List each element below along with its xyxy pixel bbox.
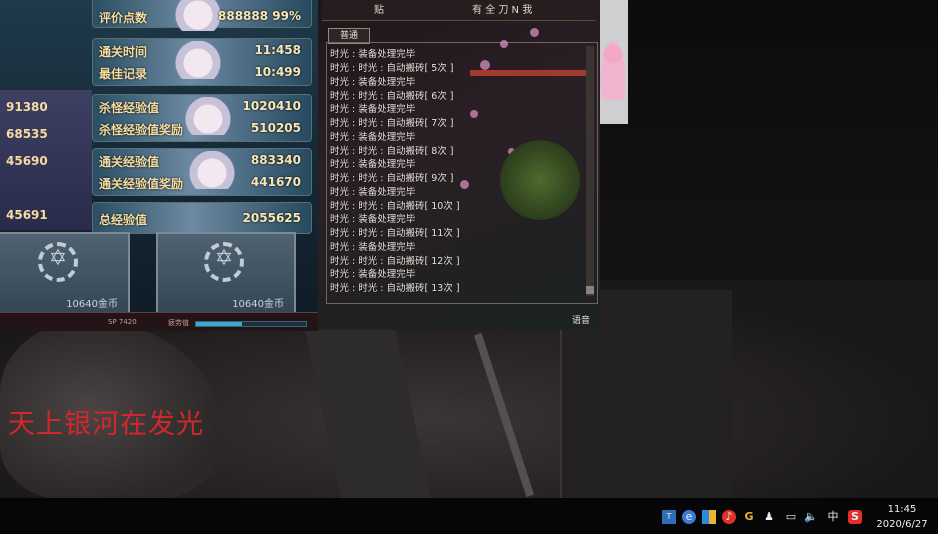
chat-scrollbar[interactable] bbox=[586, 46, 594, 296]
blossom-decoration bbox=[480, 60, 490, 70]
chat-line: 时光 : 时光 : 自动搬砖[ 13次 ] bbox=[330, 283, 460, 294]
stat-label: 评价点数 bbox=[99, 11, 148, 25]
stat-value: 2055625 bbox=[242, 211, 301, 225]
chat-line: 时光 : 装备处理完毕 bbox=[330, 77, 416, 88]
volume-icon[interactable]: 🔈 bbox=[804, 510, 818, 524]
desktop-lyric: 天上银河在发光 bbox=[8, 409, 204, 440]
stat-value: 883340 bbox=[250, 153, 301, 167]
game-window[interactable]: 91380 68535 45690 45691 评价点数 888888 99% … bbox=[0, 0, 318, 331]
character-portrait-icon bbox=[173, 97, 243, 135]
clock-time: 11:45 bbox=[887, 504, 917, 515]
screen: 天上银河在发光 91380 68535 45690 45691 评价点数 888… bbox=[0, 0, 938, 534]
character-portrait-icon bbox=[177, 151, 247, 189]
character-portrait-icon bbox=[163, 41, 233, 79]
chat-top-buttons[interactable]: 有 全 刀 N 我 bbox=[472, 1, 532, 16]
stat-row-total-exp: 总经验值 2055625 bbox=[92, 202, 312, 234]
hexagram-icon: ✡ bbox=[48, 246, 68, 271]
action-center-icon[interactable]: ▭ bbox=[784, 510, 798, 524]
chat-line: 时光 : 装备处理完毕 bbox=[330, 269, 416, 280]
chat-top-label: 贴 bbox=[374, 5, 384, 16]
voice-button[interactable]: 语音 bbox=[572, 313, 590, 326]
chat-top-bar: 贴 有 全 刀 N 我 bbox=[322, 0, 596, 21]
blossom-decoration bbox=[530, 28, 539, 37]
chat-line: 时光 : 时光 : 自动搬砖[ 12次 ] bbox=[330, 256, 460, 267]
stat-label: 最佳记录 bbox=[99, 67, 148, 81]
chat-line: 时光 : 装备处理完毕 bbox=[330, 104, 416, 115]
taskbar-clock[interactable]: 11:45 2020/6/27 bbox=[870, 502, 934, 532]
stat-label: 杀怪经验值奖励 bbox=[99, 123, 184, 137]
left-value: 68535 bbox=[6, 127, 48, 141]
browser-icon[interactable]: e bbox=[682, 510, 696, 524]
desktop-pet-character-icon[interactable] bbox=[600, 40, 626, 100]
stat-label: 通关经验值奖励 bbox=[99, 177, 184, 191]
stat-value: 11:458 bbox=[254, 43, 301, 57]
left-score-panel: 91380 68535 45690 45691 bbox=[0, 90, 92, 230]
chat-line: 时光 : 装备处理完毕 bbox=[330, 214, 416, 225]
chat-line: 时光 : 时光 : 自动搬砖[ 5次 ] bbox=[330, 63, 454, 74]
blossom-decoration bbox=[470, 110, 478, 118]
chat-line: 时光 : 装备处理完毕 bbox=[330, 242, 416, 253]
sp-counter: SP 7420 bbox=[108, 318, 137, 326]
card-price: 10640金币 bbox=[232, 299, 284, 310]
netease-music-icon[interactable]: ♪ bbox=[722, 510, 736, 524]
stat-label: 通关经验值 bbox=[99, 155, 160, 169]
tree-foliage-decoration bbox=[500, 140, 580, 220]
stat-value: 888888 99% bbox=[218, 9, 301, 23]
chat-line: 时光 : 时光 : 自动搬砖[ 7次 ] bbox=[330, 118, 454, 129]
fatigue-bar bbox=[195, 321, 307, 327]
chat-line: 时光 : 装备处理完毕 bbox=[330, 132, 416, 143]
stat-label: 通关时间 bbox=[99, 45, 148, 59]
stat-value: 10:499 bbox=[254, 65, 301, 79]
stat-label: 总经验值 bbox=[99, 213, 148, 227]
blossom-decoration bbox=[460, 180, 469, 189]
ime-indicator[interactable]: 中 bbox=[826, 510, 840, 524]
desktop-wallpaper-hair bbox=[600, 0, 938, 300]
chat-scrollbar-thumb[interactable] bbox=[586, 286, 594, 294]
left-value: 45691 bbox=[6, 208, 48, 222]
g-app-icon[interactable]: G bbox=[742, 510, 756, 524]
hexagram-icon: ✡ bbox=[214, 246, 234, 271]
tim-icon[interactable]: T bbox=[662, 510, 676, 524]
chat-line: 时光 : 装备处理完毕 bbox=[330, 187, 416, 198]
stat-value: 441670 bbox=[250, 175, 301, 189]
chat-line: 时光 : 时光 : 自动搬砖[ 9次 ] bbox=[330, 173, 454, 184]
left-value: 91380 bbox=[6, 100, 48, 114]
chat-line: 时光 : 时光 : 自动搬砖[ 6次 ] bbox=[330, 91, 454, 102]
left-value: 45690 bbox=[6, 154, 48, 168]
stat-row-kill-exp: 杀怪经验值 1020410 杀怪经验值奖励 510205 bbox=[92, 94, 312, 142]
stat-value: 510205 bbox=[250, 121, 301, 135]
fatigue-label: 疲劳值 bbox=[168, 319, 189, 327]
app-grid-icon[interactable] bbox=[702, 510, 716, 524]
chat-line: 时光 : 时光 : 自动搬砖[ 11次 ] bbox=[330, 228, 460, 239]
fatigue-bar-fill bbox=[196, 322, 243, 326]
stat-row-clear-exp: 通关经验值 883340 通关经验值奖励 441670 bbox=[92, 148, 312, 196]
stat-label: 杀怪经验值 bbox=[99, 101, 160, 115]
stat-row-rating: 评价点数 888888 99% bbox=[92, 0, 312, 31]
chat-line: 时光 : 装备处理完毕 bbox=[330, 159, 416, 170]
reward-card[interactable]: ✡ 10640金币 bbox=[0, 232, 130, 316]
sogou-ime-icon[interactable]: S bbox=[848, 510, 862, 524]
reward-card[interactable]: ✡ 10640金币 bbox=[156, 232, 296, 316]
chat-line: 时光 : 装备处理完毕 bbox=[330, 49, 416, 60]
chat-line: 时光 : 时光 : 自动搬砖[ 8次 ] bbox=[330, 146, 454, 157]
clock-date: 2020/6/27 bbox=[876, 519, 928, 530]
qq-icon[interactable]: ♟ bbox=[762, 510, 776, 524]
stat-value: 1020410 bbox=[242, 99, 301, 113]
blossom-decoration bbox=[500, 40, 508, 48]
chat-line: 时光 : 时光 : 自动搬砖[ 10次 ] bbox=[330, 201, 460, 212]
card-price: 10640金币 bbox=[66, 299, 118, 310]
stat-row-clear-time: 通关时间 11:458 最佳记录 10:499 bbox=[92, 38, 312, 86]
